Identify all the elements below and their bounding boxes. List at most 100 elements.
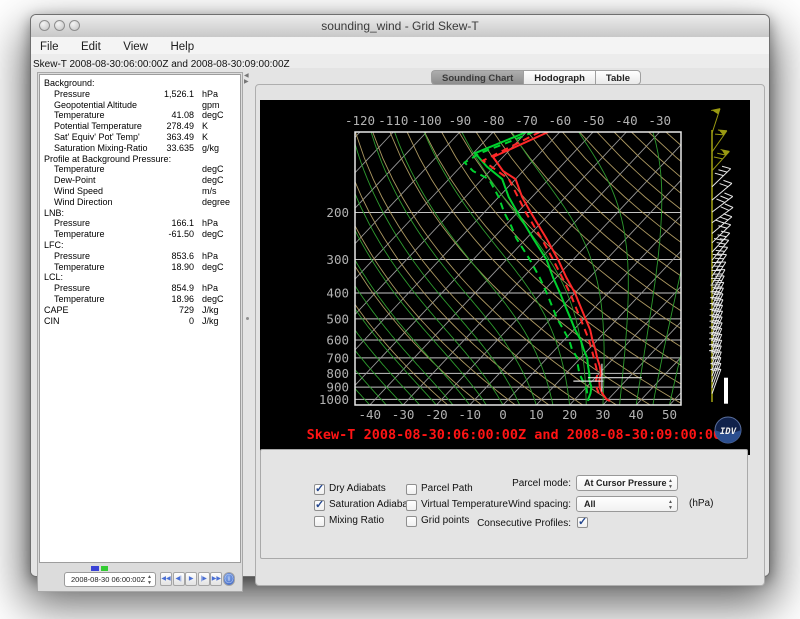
- svg-text:-110: -110: [378, 113, 408, 128]
- parameter-row: Wind Speedm/s: [44, 186, 236, 197]
- time-select-dropdown[interactable]: 2008-08-30 06:00:00Z ▲▼: [64, 572, 156, 587]
- parameter-section-label: Background:: [44, 78, 236, 89]
- svg-text:30: 30: [595, 407, 610, 422]
- step-back-button[interactable]: ◀|: [173, 572, 185, 586]
- svg-text:0: 0: [499, 407, 507, 422]
- parcel-mode-value: At Cursor Pressure: [584, 478, 667, 488]
- menu-view[interactable]: View: [114, 39, 157, 53]
- label-consecutive-profiles: Consecutive Profiles:: [456, 518, 571, 529]
- svg-text:-90: -90: [449, 113, 472, 128]
- svg-text:500: 500: [326, 311, 349, 326]
- skewt-chart[interactable]: -120-110-100-90-80-70-60-50-40-30-40-30-…: [260, 100, 750, 455]
- svg-text:300: 300: [326, 252, 349, 267]
- parameter-section-label: LFC:: [44, 240, 236, 251]
- parameter-row: Temperature18.90degC: [44, 262, 236, 273]
- label-wind-spacing: Wind spacing:: [491, 499, 571, 510]
- parameter-row: Temperature41.08degC: [44, 110, 236, 121]
- pane-splitter[interactable]: ◀▶: [243, 72, 253, 592]
- label-hpa-unit: (hPa): [689, 498, 713, 509]
- label-mixing-ratio: Mixing Ratio: [329, 515, 384, 526]
- sounding-data-pane: Background:Pressure1,526.1hPaGeopotentia…: [37, 72, 243, 592]
- checkbox-parcel-path[interactable]: [406, 484, 417, 495]
- checkbox-dry-adiabats[interactable]: [314, 484, 325, 495]
- menu-bar: File Edit View Help: [31, 37, 769, 55]
- menu-file[interactable]: File: [31, 39, 68, 53]
- parameter-row: Temperature-61.50degC: [44, 229, 236, 240]
- checkbox-mixing-ratio[interactable]: [314, 516, 325, 527]
- chart-controls-panel: Dry Adiabats Saturation Adiabats Mixing …: [260, 449, 748, 559]
- screen: { "window": { "title": "sounding_wind - …: [0, 0, 800, 619]
- tab-hodograph[interactable]: Hodograph: [523, 70, 595, 85]
- sounding-chart-group: -120-110-100-90-80-70-60-50-40-30-40-30-…: [255, 84, 765, 586]
- properties-button[interactable]: ⓘ: [223, 572, 235, 586]
- chart-tab-bar: Sounding Chart Hodograph Table: [431, 70, 641, 85]
- svg-text:600: 600: [326, 333, 349, 348]
- menu-edit[interactable]: Edit: [72, 39, 110, 53]
- wind-spacing-value: All: [584, 499, 596, 509]
- titlebar[interactable]: sounding_wind - Grid Skew-T: [31, 15, 769, 38]
- time-indicator-blue: [91, 566, 99, 571]
- label-dry-adiabats: Dry Adiabats: [329, 483, 386, 494]
- svg-text:-80: -80: [482, 113, 505, 128]
- menu-help[interactable]: Help: [161, 39, 203, 53]
- checkbox-saturation-adiabats[interactable]: [314, 500, 325, 511]
- view-label-bar: Skew-T 2008-08-30:06:00:00Z and 2008-08-…: [31, 54, 769, 69]
- time-indicator-green: [101, 566, 108, 571]
- checkbox-grid-points[interactable]: [406, 516, 417, 527]
- checkbox-consecutive-profiles[interactable]: [577, 517, 588, 528]
- svg-text:40: 40: [629, 407, 644, 422]
- parameter-row: Temperature18.96degC: [44, 294, 236, 305]
- parameter-row: CAPE729J/kg: [44, 305, 236, 316]
- svg-text:-50: -50: [582, 113, 605, 128]
- svg-text:1000: 1000: [319, 392, 349, 407]
- tab-table[interactable]: Table: [595, 70, 641, 85]
- svg-text:700: 700: [326, 350, 349, 365]
- sounding-parameter-list[interactable]: Background:Pressure1,526.1hPaGeopotentia…: [39, 74, 241, 563]
- svg-text:-120: -120: [345, 113, 375, 128]
- svg-text:20: 20: [562, 407, 577, 422]
- splitter-handle[interactable]: [246, 317, 249, 320]
- label-parcel-path: Parcel Path: [421, 483, 473, 494]
- step-forward-button[interactable]: |▶: [198, 572, 210, 586]
- parameter-row: Pressure854.9hPa: [44, 283, 236, 294]
- svg-text:-20: -20: [425, 407, 448, 422]
- parcel-mode-dropdown[interactable]: At Cursor Pressure ▲▼: [576, 475, 678, 491]
- play-button[interactable]: ▶: [185, 572, 197, 586]
- parameter-section-label: LNB:: [44, 208, 236, 219]
- parameter-row: Dew-PointdegC: [44, 175, 236, 186]
- go-to-first-button[interactable]: ◀◀: [160, 572, 172, 586]
- app-window: sounding_wind - Grid Skew-T File Edit Vi…: [30, 14, 770, 577]
- parameter-row: Pressure853.6hPa: [44, 251, 236, 262]
- parameter-row: CIN0J/kg: [44, 316, 236, 327]
- svg-text:400: 400: [326, 285, 349, 300]
- svg-text:200: 200: [326, 205, 349, 220]
- parameter-row: Geopotential Altitudegpm: [44, 100, 236, 111]
- time-animation-strip: 2008-08-30 06:00:00Z ▲▼ ◀◀◀|▶|▶▶▶ⓘ: [39, 563, 241, 590]
- svg-text:-30: -30: [648, 113, 671, 128]
- idv-logo: IDV: [715, 417, 741, 443]
- parameter-row: Pressure166.1hPa: [44, 218, 236, 229]
- svg-text:-60: -60: [549, 113, 572, 128]
- svg-text:-10: -10: [458, 407, 481, 422]
- svg-text:IDV: IDV: [720, 427, 737, 437]
- dropdown-stepper-icon: ▲▼: [668, 499, 673, 511]
- skewt-svg: -120-110-100-90-80-70-60-50-40-30-40-30-…: [260, 100, 750, 455]
- parameter-row: TemperaturedegC: [44, 164, 236, 175]
- dropdown-stepper-icon: ▲▼: [147, 574, 152, 586]
- parameter-section-label: Profile at Background Pressure:: [44, 154, 236, 165]
- tab-sounding-chart[interactable]: Sounding Chart: [431, 70, 523, 85]
- svg-text:-40: -40: [359, 407, 382, 422]
- checkbox-virtual-temperature[interactable]: [406, 500, 417, 511]
- svg-text:-40: -40: [615, 113, 638, 128]
- dropdown-stepper-icon: ▲▼: [668, 478, 673, 490]
- wind-spacing-dropdown[interactable]: All ▲▼: [576, 496, 678, 512]
- svg-text:-70: -70: [515, 113, 538, 128]
- time-value: 2008-08-30 06:00:00Z: [71, 575, 145, 584]
- svg-text:10: 10: [529, 407, 544, 422]
- parameter-row: Pressure1,526.1hPa: [44, 89, 236, 100]
- splitter-collapse-icons[interactable]: ◀▶: [244, 73, 249, 85]
- label-saturation-adiabats: Saturation Adiabats: [329, 499, 416, 510]
- window-title: sounding_wind - Grid Skew-T: [31, 19, 769, 33]
- chart-title: Skew-T 2008-08-30:06:00:00Z and 2008-08-…: [307, 427, 730, 443]
- go-to-last-button[interactable]: ▶▶: [210, 572, 222, 586]
